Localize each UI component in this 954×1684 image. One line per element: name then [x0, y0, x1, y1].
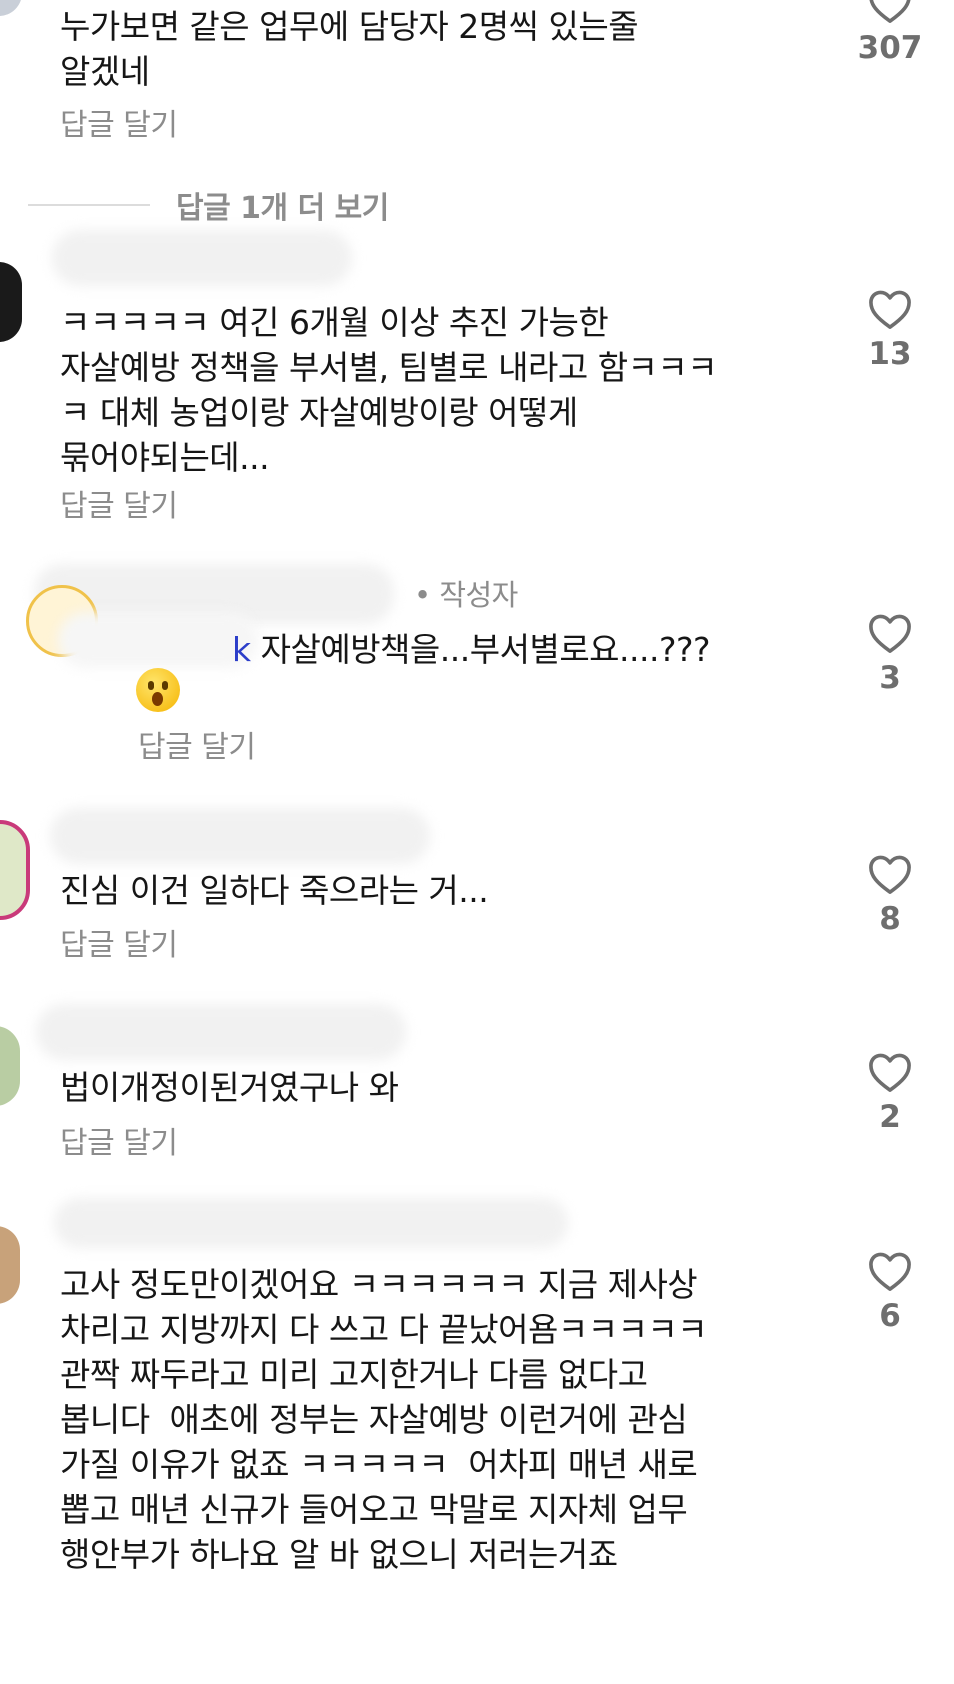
comment-text: 고사 정도만이겠어요 ㅋㅋㅋㅋㅋㅋ 지금 제사상 차리고 지방까지 다 쓰고 다…	[60, 1265, 708, 1574]
like-button[interactable]: 3	[850, 612, 930, 696]
like-button[interactable]: 8	[850, 853, 930, 937]
comment-body: 자살예방책을...부서별로요....???	[250, 630, 711, 669]
avatar[interactable]	[0, 1026, 20, 1106]
like-button[interactable]: 307	[850, 0, 930, 66]
view-more-replies-label: 답글 1개 더 보기	[176, 191, 389, 226]
comment-text: k 자살예방책을...부서별로요....???	[232, 627, 792, 672]
reply-button[interactable]: 답글 달기	[60, 100, 178, 144]
heart-outline-icon	[869, 290, 911, 329]
comment-text: 진심 이건 일하다 죽으라는 거...	[60, 871, 489, 910]
heart-outline-icon	[869, 855, 911, 894]
reply-button[interactable]: 답글 달기	[60, 920, 178, 964]
author-badge: • 작성자	[414, 578, 518, 612]
avatar[interactable]	[0, 1226, 20, 1304]
like-count: 6	[879, 1298, 901, 1334]
astonished-face-emoji	[136, 668, 180, 712]
comment-text: ㅋㅋㅋㅋㅋ 여긴 6개월 이상 추진 가능한 자살예방 정책을 부서별, 팀별로…	[60, 303, 718, 477]
reply-button[interactable]: 답글 달기	[138, 722, 256, 766]
heart-outline-icon	[869, 614, 911, 653]
like-count: 307	[857, 30, 923, 66]
reply-button[interactable]: 답글 달기	[60, 481, 178, 525]
heart-outline-icon	[869, 1053, 911, 1092]
reply-button[interactable]: 답글 달기	[60, 1118, 178, 1162]
divider	[28, 204, 150, 206]
like-button[interactable]: 2	[850, 1051, 930, 1135]
username-redacted	[54, 1198, 568, 1248]
like-count: 8	[879, 901, 901, 937]
username-redacted	[50, 808, 430, 864]
view-more-replies[interactable]: 답글 1개 더 보기	[28, 183, 389, 227]
heart-outline-icon	[869, 0, 911, 23]
heart-outline-icon	[869, 1252, 911, 1291]
like-count: 13	[868, 336, 912, 372]
avatar[interactable]	[0, 820, 30, 920]
comment-text: 누가보면 같은 업무에 담당자 2명씩 있는줄 알겠네	[60, 7, 639, 91]
like-button[interactable]: 6	[850, 1250, 930, 1334]
avatar[interactable]	[0, 262, 22, 342]
mention-link[interactable]: k	[232, 630, 251, 669]
like-button[interactable]: 13	[850, 288, 930, 372]
username-redacted	[36, 1004, 406, 1060]
comment-text: 법이개정이된거였구나 와	[60, 1068, 399, 1107]
username-redacted	[52, 230, 352, 286]
avatar[interactable]	[0, 0, 22, 16]
like-count: 2	[879, 1099, 901, 1135]
like-count: 3	[879, 660, 901, 696]
mention-redacted	[58, 612, 258, 668]
